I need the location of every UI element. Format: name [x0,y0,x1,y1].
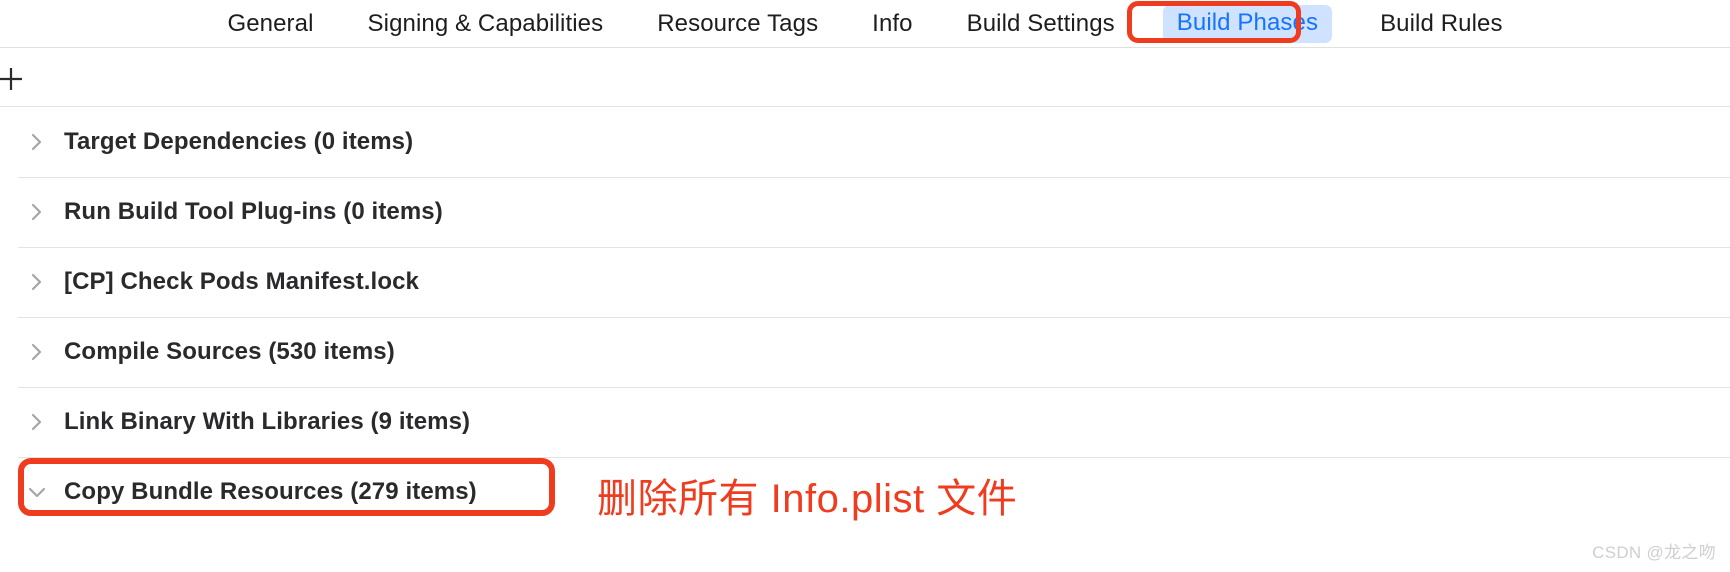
phase-label: Copy Bundle Resources (279 items) [64,478,477,505]
row-divider [18,247,1730,248]
tab-general[interactable]: General [221,8,319,40]
project-editor-tabbar: General Signing & Capabilities Resource … [0,0,1730,48]
phase-label: [CP] Check Pods Manifest.lock [64,268,419,295]
table-row[interactable]: Target Dependencies (0 items) [0,107,1730,177]
add-build-phase-button[interactable] [0,62,28,96]
tab-resource-tags[interactable]: Resource Tags [651,8,824,40]
plus-icon [0,64,26,94]
tab-build-settings[interactable]: Build Settings [961,8,1121,40]
table-row[interactable]: Compile Sources (530 items) [0,317,1730,387]
phase-label: Target Dependencies (0 items) [64,128,414,155]
chevron-right-icon[interactable] [26,411,48,433]
xcode-build-phases-screen: General Signing & Capabilities Resource … [0,0,1730,572]
chevron-right-icon[interactable] [26,201,48,223]
table-row[interactable]: Run Build Tool Plug-ins (0 items) [0,177,1730,247]
chevron-right-icon[interactable] [26,271,48,293]
build-phase-list: Target Dependencies (0 items) Run Build … [0,107,1730,527]
chevron-down-icon[interactable] [26,485,48,499]
tab-build-phases[interactable]: Build Phases [1162,5,1333,43]
row-divider [18,177,1730,178]
row-divider [18,317,1730,318]
chevron-right-icon[interactable] [26,341,48,363]
tab-info[interactable]: Info [866,8,918,40]
chevron-right-icon[interactable] [26,131,48,153]
row-divider [18,387,1730,388]
phase-label: Link Binary With Libraries (9 items) [64,408,471,435]
tab-build-rules[interactable]: Build Rules [1374,8,1509,40]
watermark: CSDN @龙之吻 [1592,543,1716,562]
annotation-note: 删除所有 Info.plist 文件 [597,477,1018,521]
tab-signing-and-capabilities[interactable]: Signing & Capabilities [362,8,610,40]
row-divider [18,457,1730,458]
table-row[interactable]: [CP] Check Pods Manifest.lock [0,247,1730,317]
table-row[interactable]: Link Binary With Libraries (9 items) [0,387,1730,457]
build-phases-toolbar [0,48,1730,107]
phase-label: Compile Sources (530 items) [64,338,395,365]
phase-label: Run Build Tool Plug-ins (0 items) [64,198,443,225]
